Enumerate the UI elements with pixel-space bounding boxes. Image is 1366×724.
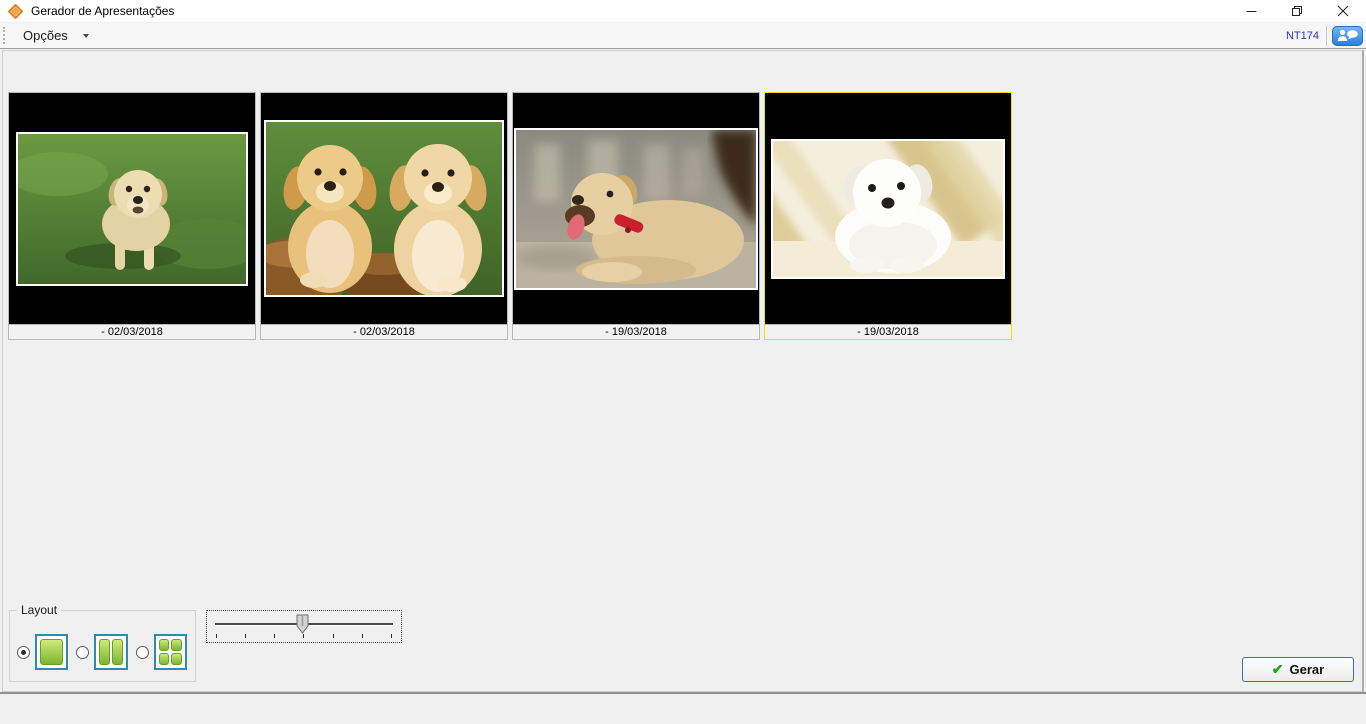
slide-thumbnail-strip: - 02/03/2018: [8, 92, 1012, 340]
minimize-button[interactable]: [1228, 0, 1274, 22]
gerar-button-label: Gerar: [1290, 662, 1325, 677]
slide-caption: - 19/03/2018: [513, 324, 759, 339]
restore-button[interactable]: [1274, 0, 1320, 22]
minimize-icon: [1246, 6, 1257, 17]
slider-ticks: [216, 634, 392, 638]
slide-black-area: [261, 93, 507, 324]
menu-opcoes-label: Opções: [23, 28, 68, 43]
menu-bar: Opções NT174: [0, 23, 1366, 49]
layout-single-frame-icon[interactable]: [35, 634, 68, 670]
layout-groupbox: Layout: [9, 610, 196, 682]
window-title: Gerador de Apresentações: [31, 4, 174, 18]
toolbar-separator: [1326, 26, 1327, 46]
close-button[interactable]: [1320, 0, 1366, 22]
slide-black-area: [513, 93, 759, 324]
user-chat-icon: [1337, 29, 1359, 42]
slide-caption: - 02/03/2018: [9, 324, 255, 339]
layout-groupbox-title: Layout: [17, 603, 61, 617]
contact-button[interactable]: [1332, 26, 1363, 46]
menu-opcoes[interactable]: Opções: [15, 25, 97, 46]
slide-thumbnail-3[interactable]: - 19/03/2018: [512, 92, 760, 340]
photo-two-golden-retriever-puppies: [264, 120, 504, 297]
chevron-down-icon: [83, 34, 89, 38]
toolbar-grip[interactable]: [3, 27, 6, 44]
layout-grid-2x2-icon[interactable]: [154, 634, 187, 670]
gerar-button[interactable]: ✔ Gerar: [1242, 657, 1354, 682]
layout-two-columns-icon[interactable]: [94, 634, 127, 670]
layout-radio-two-columns[interactable]: [76, 646, 89, 659]
close-icon: [1337, 5, 1349, 17]
layout-options-row: [10, 634, 195, 670]
slide-thumbnail-4[interactable]: - 19/03/2018: [764, 92, 1012, 340]
content-panel: - 02/03/2018: [2, 50, 1364, 692]
slide-caption: - 19/03/2018: [765, 324, 1011, 339]
slide-black-area: [765, 93, 1011, 324]
slider-thumb[interactable]: [296, 614, 309, 634]
size-slider[interactable]: [206, 610, 402, 643]
slide-caption: - 02/03/2018: [261, 324, 507, 339]
photo-white-fluffy-puppy: [771, 139, 1005, 279]
photo-labrador-puppy-on-grass: [16, 132, 248, 286]
check-icon: ✔: [1272, 661, 1284, 678]
slide-thumbnail-1[interactable]: - 02/03/2018: [8, 92, 256, 340]
layout-radio-single[interactable]: [17, 646, 30, 659]
orange-diamond-icon: [8, 4, 23, 19]
slide-black-area: [9, 93, 255, 324]
photo-puppy-with-red-collar: [514, 128, 758, 290]
restore-icon: [1291, 5, 1303, 17]
status-bar: [0, 692, 1366, 724]
slide-thumbnail-2[interactable]: - 02/03/2018: [260, 92, 508, 340]
user-code-label: NT174: [1286, 30, 1319, 42]
layout-radio-grid[interactable]: [136, 646, 149, 659]
title-bar: Gerador de Apresentações: [0, 0, 1366, 23]
